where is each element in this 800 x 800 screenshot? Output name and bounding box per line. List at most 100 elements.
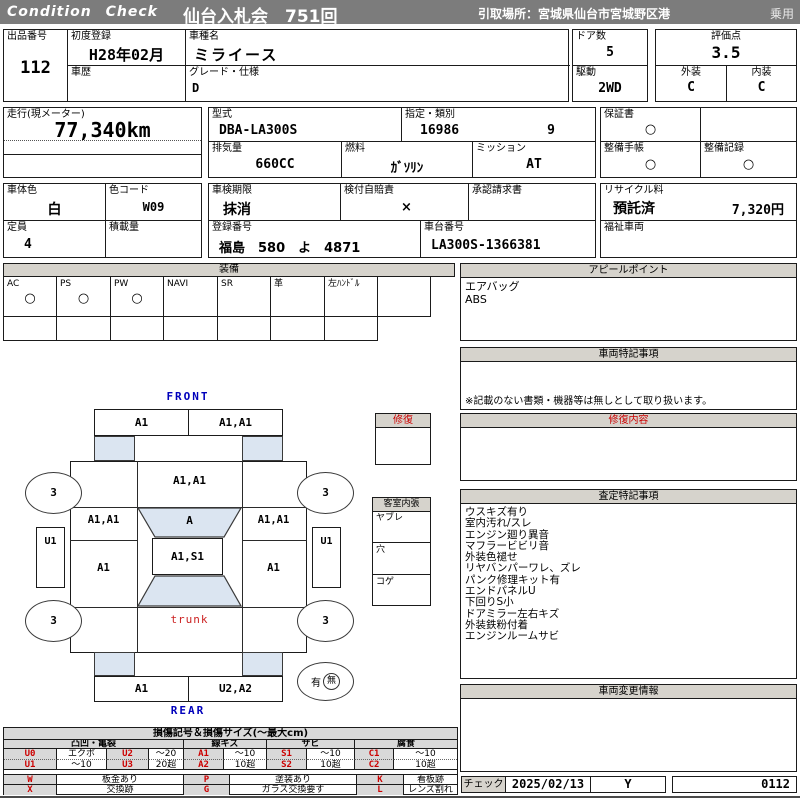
chassis-value: LA300S-1366381 [431, 238, 541, 253]
brand-title: Condition Check [7, 4, 158, 20]
load-label: 積載量 [109, 222, 139, 233]
vehicle-class: 乗用 [769, 7, 794, 21]
list-item: 室内汚れ/スレ [465, 517, 532, 530]
diagram-rear-label: REAR [170, 704, 206, 717]
first-reg-label: 初度登録 [71, 31, 111, 42]
check-label: チェック [461, 776, 506, 793]
legend-cell: 塗装あり [230, 775, 357, 785]
maint-book-cell: 整備手帳 ○ [601, 142, 701, 177]
spare-tire-indicator: 有 無 [297, 662, 354, 701]
cabin-row-hole: 穴 [373, 543, 430, 575]
rear-bumper: A1 U2,A2 [94, 676, 283, 702]
legend-row2: U1 〜10 U3 20超 A2 10超 S2 10超 C2 10超 [4, 760, 457, 770]
score-value: 3.5 [711, 43, 741, 62]
body-color-value: 白 [47, 202, 62, 218]
insurance-value: × [401, 200, 412, 215]
equip-cell-extra [378, 277, 430, 316]
roof-panel: A1,S1 [152, 538, 223, 575]
legend-group-rust: サビ [267, 740, 355, 749]
capacity-cell: 定員 4 [4, 221, 106, 257]
list-item: エンドパネルU [465, 585, 536, 598]
grade-cell: グレード・仕様 D [186, 66, 570, 101]
tire-rear-left: 3 [25, 600, 82, 642]
row3-middle-box: 車検期限 抹消 検付自賠責 × 承認請求書 登録番号 福島 580 よ 4871… [208, 183, 596, 258]
equip-ps-value: ○ [77, 291, 90, 306]
repair-detail-title: 修復内容 [461, 414, 796, 428]
divider [70, 607, 307, 608]
empty-cell [701, 108, 796, 142]
inspection-value: 抹消 [223, 202, 251, 218]
model-name-value: ミライース [194, 46, 279, 64]
legend-cell: 板金あり [57, 775, 184, 785]
legend-cell: U0 [4, 749, 57, 760]
legend-cell: L [357, 785, 404, 795]
legend-cell: P [184, 775, 230, 785]
insurance-cell: 検付自賠責 × [341, 184, 469, 221]
equip-ac-value: ○ [24, 291, 36, 306]
welfare-label: 福祉車両 [604, 222, 644, 233]
legend-cell: G [184, 785, 230, 795]
lot-cell: 出品番号 112 [4, 30, 68, 101]
color-code-value: W09 [142, 200, 165, 214]
score-box: 評価点 3.5 外装 C 内装 C [655, 29, 797, 102]
equip-empty-cell [164, 317, 218, 340]
inspection-label: 車検期限 [212, 185, 252, 196]
divider [242, 461, 243, 653]
chassis-label: 車台番号 [424, 222, 464, 233]
equip-cell-ac: AC ○ [4, 277, 57, 316]
doors-value: 5 [606, 45, 614, 60]
diagram-front-label: FRONT [166, 390, 210, 403]
cabin-row-tear: ヤブレ [373, 511, 430, 543]
legend-cell: A2 [184, 760, 224, 770]
roof-damage: A1,S1 [170, 550, 205, 563]
equipment-title: 装備 [3, 263, 455, 277]
interior-value: C [757, 80, 766, 95]
history-label: 車歴 [71, 67, 91, 78]
rear-bumper-left-damage: A1 [134, 682, 149, 695]
divider [242, 540, 307, 541]
mission-cell: ミッション AT [473, 142, 595, 177]
hood-damage: A1,A1 [172, 474, 207, 487]
appeal-section: アピールポイント エアバッグ ABS [460, 263, 797, 341]
headlamp-right [242, 436, 283, 461]
legend-cell: U2 [107, 749, 149, 760]
front-bumper-right-cell: A1,A1 [189, 410, 282, 435]
doors-drive-box: ドア数 5 駆動 2WD [572, 29, 648, 102]
equipment-row1: AC ○ PS ○ PW ○ NAVI SR 革 左ﾊﾝﾄﾞﾙ [3, 276, 431, 317]
model-name-label: 車種名 [189, 31, 219, 42]
doors-cell: ドア数 5 [573, 30, 647, 66]
taillamp-right [242, 652, 283, 676]
color-code-cell: 色コード W09 [106, 184, 201, 221]
appeal-title: アピールポイント [461, 264, 796, 278]
legend-cell: 10超 [394, 760, 457, 770]
drive-value: 2WD [598, 81, 622, 96]
approval-label: 承認請求書 [472, 185, 522, 196]
cabin-row-hole-label: 穴 [376, 545, 386, 555]
header-bar: Condition Check 仙台入札会 751回 引取場所：宮城県仙台市宮城… [0, 0, 800, 27]
equip-cell-navi: NAVI [164, 277, 218, 316]
recycle-cell: リサイクル料 預託済 7,320円 [601, 184, 796, 221]
maint-record-cell: 整備記録 ○ [701, 142, 796, 177]
equip-cell-sr: SR [218, 277, 271, 316]
headlamp-left [94, 436, 135, 461]
equip-ps-label: PS [60, 279, 72, 289]
body-color-label: 車体色 [7, 185, 37, 196]
equip-pw-label: PW [114, 279, 129, 289]
equip-sr-label: SR [221, 279, 233, 289]
legend-cell: A1 [184, 749, 224, 760]
capacity-label: 定員 [7, 222, 27, 233]
sill-left: U1 [36, 527, 65, 588]
legend-cell: C1 [355, 749, 394, 760]
rear-bumper-left-cell: A1 [95, 677, 189, 701]
taillamp-left [94, 652, 135, 676]
row2-right-box: 保証書 ○ 整備手帳 ○ 整備記録 ○ [600, 107, 797, 178]
check-inspector: Y [590, 776, 666, 793]
divider [70, 540, 137, 541]
divider [4, 154, 201, 155]
front-bumper: A1 A1,A1 [94, 409, 283, 436]
rear-bumper-right-damage: U2,A2 [218, 682, 253, 695]
repair-box-title: 修復 [376, 414, 430, 428]
door-right-damage: A1 [267, 562, 280, 574]
check-date: 2025/02/13 [505, 776, 591, 793]
repair-detail-section: 修復内容 [460, 413, 797, 481]
